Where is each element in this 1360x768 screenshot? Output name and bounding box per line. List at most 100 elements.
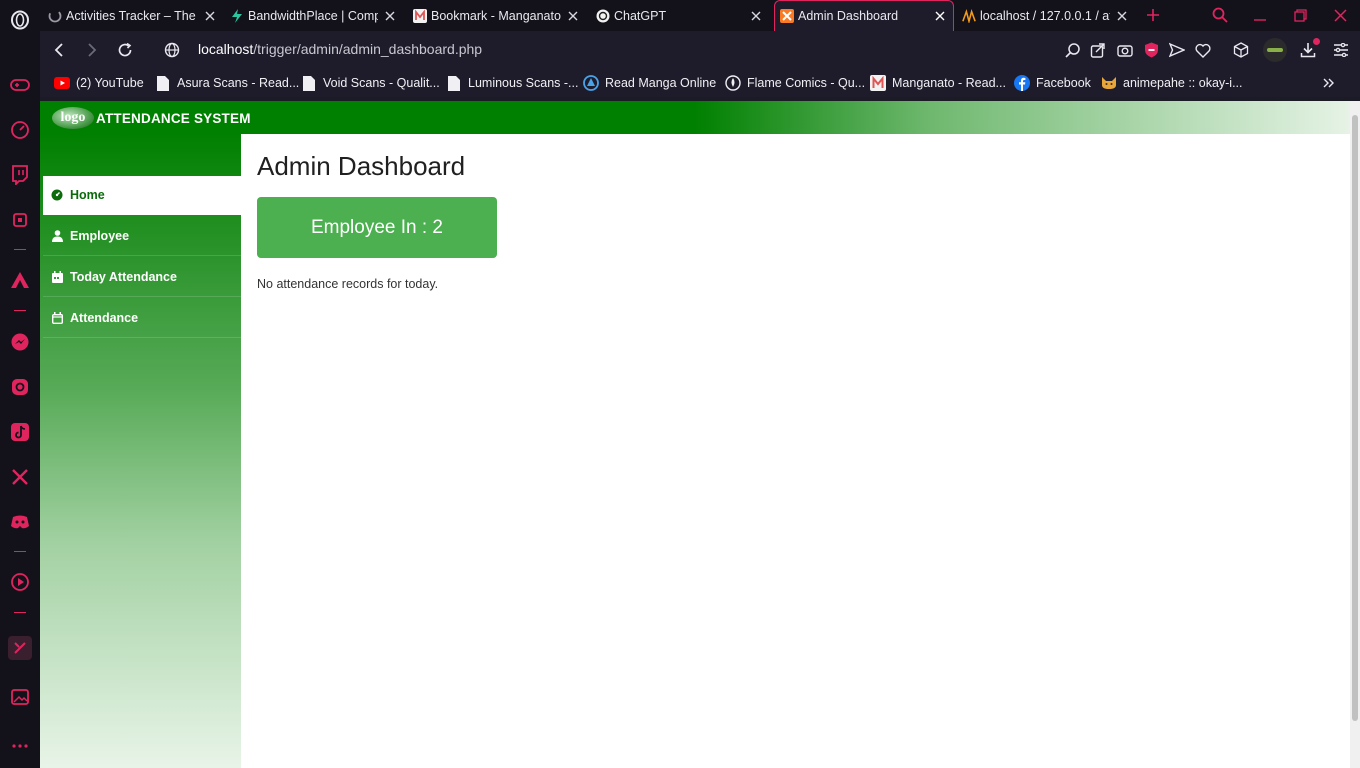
close-tab-icon[interactable] xyxy=(202,8,218,24)
minimize-icon[interactable] xyxy=(1248,4,1272,26)
tab-bandwidthplace[interactable]: BandwidthPlace | Compa xyxy=(230,0,398,31)
share-icon[interactable] xyxy=(1088,40,1108,60)
speedometer-icon[interactable] xyxy=(8,118,32,142)
gallery-icon[interactable] xyxy=(8,685,32,709)
close-window-icon[interactable] xyxy=(1328,4,1352,26)
discord-icon[interactable] xyxy=(8,510,32,534)
manganato-icon xyxy=(413,8,427,23)
sidebar-item-home[interactable]: Home xyxy=(43,176,241,215)
bookmark-read-manga-online[interactable]: Read Manga Online xyxy=(583,74,716,92)
no-records-message: No attendance records for today. xyxy=(257,277,439,291)
tiktok-icon[interactable] xyxy=(8,420,32,444)
logo-alt-text: logo xyxy=(60,110,86,125)
forward-icon[interactable] xyxy=(81,39,103,61)
tab-admin-dashboard[interactable]: Admin Dashboard xyxy=(774,0,954,31)
restore-icon[interactable] xyxy=(1288,4,1312,26)
player-icon[interactable] xyxy=(8,570,32,594)
tab-chatgpt[interactable]: ChatGPT xyxy=(596,0,764,31)
animepahe-icon xyxy=(1101,75,1117,91)
extensions-cube-icon[interactable] xyxy=(1231,40,1251,60)
close-tab-icon[interactable] xyxy=(748,8,764,24)
sidebar-separator xyxy=(14,310,26,311)
close-tab-icon[interactable] xyxy=(565,8,581,24)
browser-sidebar xyxy=(0,0,40,768)
x-twitter-icon[interactable] xyxy=(8,465,32,489)
tools-icon[interactable] xyxy=(8,636,32,660)
search-page-icon[interactable] xyxy=(1063,40,1083,60)
spinner-icon xyxy=(48,9,62,23)
brand[interactable]: logo ATTENDANCE SYSTEM xyxy=(52,107,251,129)
globe-icon[interactable] xyxy=(161,39,183,61)
instagram-icon[interactable] xyxy=(8,375,32,399)
tab-strip: Activities Tracker – The H BandwidthPlac… xyxy=(40,0,1360,31)
download-badge xyxy=(1313,38,1320,45)
heart-icon[interactable] xyxy=(1193,40,1213,60)
home-icon xyxy=(51,189,63,201)
cpu-icon[interactable] xyxy=(8,208,32,232)
download-icon[interactable] xyxy=(1298,38,1320,60)
scrollbar-thumb[interactable] xyxy=(1352,115,1358,721)
manganato-icon xyxy=(870,75,886,91)
tab-title: localhost / 127.0.0.1 / att xyxy=(980,8,1110,23)
logo-image: logo xyxy=(52,107,94,129)
bookmark-luminous-scans[interactable]: Luminous Scans -... xyxy=(446,74,578,92)
phpmyadmin-icon xyxy=(962,8,976,23)
opera-logo-icon[interactable] xyxy=(8,8,32,32)
tab-title: BandwidthPlace | Compa xyxy=(248,8,378,23)
messenger-icon[interactable] xyxy=(8,330,32,354)
bookmark-flame-comics[interactable]: Flame Comics - Qu... xyxy=(725,74,865,92)
more-icon[interactable] xyxy=(8,734,32,758)
profile-avatar[interactable] xyxy=(1263,38,1287,62)
bookmark-label: Asura Scans - Read... xyxy=(177,76,300,90)
bookmark-label: Read Manga Online xyxy=(605,76,717,90)
calendar-icon xyxy=(51,271,63,283)
gamepad-icon[interactable] xyxy=(8,73,32,97)
close-tab-icon[interactable] xyxy=(382,8,398,24)
sidebar-item-today-attendance[interactable]: Today Attendance xyxy=(43,258,241,297)
bookmark-asura-scans[interactable]: Asura Scans - Read... xyxy=(155,74,299,92)
youtube-icon xyxy=(54,75,70,91)
bookmark-void-scans[interactable]: Void Scans - Qualit... xyxy=(301,74,440,92)
more-bookmarks-icon[interactable] xyxy=(1323,74,1335,92)
camera-icon[interactable] xyxy=(1115,40,1135,60)
tab-activities-tracker[interactable]: Activities Tracker – The H xyxy=(48,0,218,31)
page-title: Admin Dashboard xyxy=(257,151,466,181)
bookmark-label: Void Scans - Qualit... xyxy=(323,76,440,90)
page-icon xyxy=(301,75,317,91)
sidebar-separator xyxy=(14,551,26,552)
url-field[interactable]: localhost/trigger/admin/admin_dashboard.… xyxy=(198,41,482,57)
bookmark-manganato[interactable]: Manganato - Read... xyxy=(870,74,1006,92)
page-icon xyxy=(446,75,462,91)
close-tab-icon[interactable] xyxy=(1114,8,1130,24)
sidebar-item-employee[interactable]: Employee xyxy=(43,217,241,256)
url-host: localhost xyxy=(198,41,254,57)
tab-title: Bookmark - Manganato xyxy=(431,8,561,23)
aria-icon[interactable] xyxy=(8,268,32,292)
sidebar-separator xyxy=(14,249,26,250)
twitch-icon[interactable] xyxy=(8,163,32,187)
close-tab-icon[interactable] xyxy=(932,8,948,24)
calendar-icon xyxy=(51,312,63,324)
chatgpt-icon xyxy=(596,9,610,23)
facebook-icon xyxy=(1014,75,1030,91)
bookmark-youtube[interactable]: (2) YouTube xyxy=(54,74,144,92)
easy-setup-icon[interactable] xyxy=(1331,40,1351,60)
tab-manganato-bookmark[interactable]: Bookmark - Manganato xyxy=(413,0,581,31)
bookmark-label: Manganato - Read... xyxy=(892,76,1006,90)
new-tab-icon[interactable] xyxy=(1141,4,1165,26)
adblock-shield-icon[interactable] xyxy=(1141,40,1161,60)
sidebar-separator xyxy=(14,612,26,613)
sidebar-item-label: Attendance xyxy=(70,311,139,325)
app-header: logo ATTENDANCE SYSTEM xyxy=(40,101,1350,134)
bookmark-facebook[interactable]: Facebook xyxy=(1014,74,1091,92)
search-tabs-icon[interactable] xyxy=(1208,4,1232,26)
bookmark-animepahe[interactable]: animepahe :: okay-i... xyxy=(1101,74,1243,92)
back-icon[interactable] xyxy=(48,39,70,61)
tab-phpmyadmin[interactable]: localhost / 127.0.0.1 / att xyxy=(962,0,1130,31)
sidebar-item-attendance[interactable]: Attendance xyxy=(43,299,241,338)
send-icon[interactable] xyxy=(1167,40,1187,60)
scrollbar[interactable] xyxy=(1350,101,1360,768)
reload-icon[interactable] xyxy=(114,39,136,61)
sidebar-item-label: Employee xyxy=(70,229,130,243)
bookmarks-bar: (2) YouTube Asura Scans - Read... Void S… xyxy=(40,69,1360,97)
